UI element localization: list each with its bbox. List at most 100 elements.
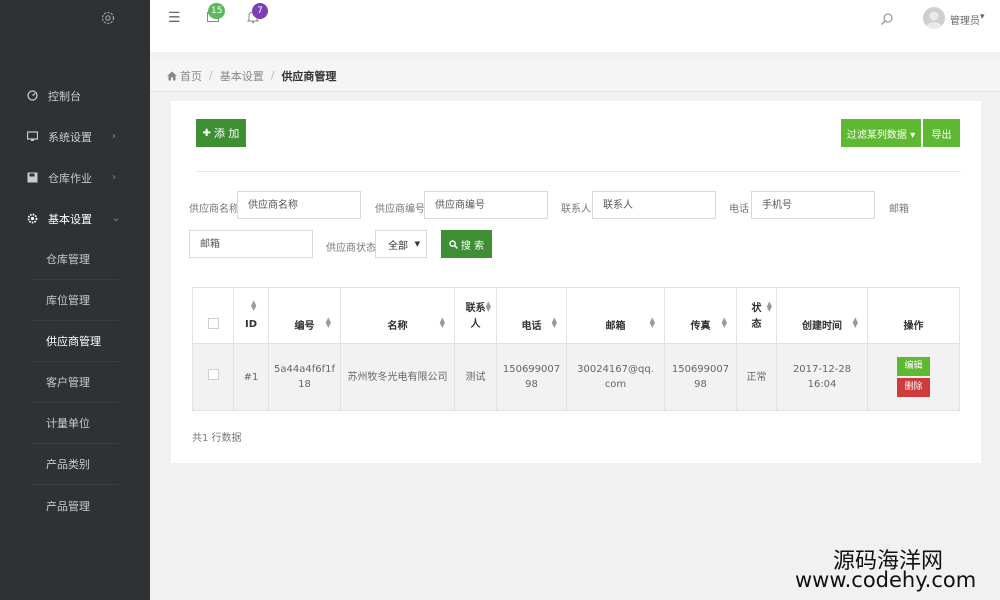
status-select-value: 全部: [388, 240, 408, 252]
table-total: 共1 行数据: [192, 433, 242, 444]
home-icon: [167, 71, 177, 80]
cell-contact: 测试: [454, 343, 497, 411]
contact-label: 联系人: [561, 204, 591, 215]
breadcrumb-separator: /: [209, 69, 213, 82]
export-button[interactable]: 导出: [923, 119, 960, 147]
column-header-status[interactable]: 状态 ▲ ▼: [736, 287, 777, 344]
column-header-fax[interactable]: 传真 ▲ ▼: [664, 287, 737, 344]
save-icon: [26, 172, 38, 184]
phone-input[interactable]: [751, 191, 875, 219]
cell-email: 30024167@qq.com: [566, 343, 665, 411]
column-header-email[interactable]: 邮箱 ▲ ▼: [566, 287, 665, 344]
caret-down-icon: ▼: [414, 240, 420, 248]
sidebar-subitem-product[interactable]: 产品管理: [30, 485, 118, 526]
table-header-row: ▲ ▼ ID 编号 ▲ ▼ 名称 ▲ ▼ 联系人 ▲ ▼ 电话 ▲ ▼ 邮箱 ▲…: [192, 287, 960, 344]
column-header-label: 编号: [294, 321, 315, 332]
sort-icon: ▲ ▼: [766, 300, 772, 313]
sidebar-subitem-location[interactable]: 库位管理: [30, 280, 118, 321]
supplier-code-input[interactable]: [424, 191, 548, 219]
cell-name: 苏州牧冬光电有限公司: [340, 343, 455, 411]
status-select[interactable]: 全部 ▼: [375, 230, 427, 258]
sidebar-item-warehouse-ops[interactable]: 仓库作业 ›: [0, 157, 150, 198]
sidebar-subitem-category[interactable]: 产品类别: [30, 444, 118, 485]
column-header-contact[interactable]: 联系人 ▲ ▼: [454, 287, 497, 344]
plus-icon: ✚: [202, 127, 211, 139]
column-header-id[interactable]: ▲ ▼ ID: [233, 287, 269, 344]
column-header-label: 传真: [690, 321, 711, 332]
cell-actions: 编辑 删除: [867, 343, 960, 411]
sort-icon: ▲ ▼: [649, 316, 655, 329]
divider: [196, 171, 961, 172]
chevron-right-icon: ›: [112, 131, 116, 142]
email-label: 邮箱: [889, 204, 909, 215]
sort-icon: ▲ ▼: [485, 300, 491, 313]
email-input[interactable]: [189, 230, 313, 258]
sidebar-item-basic-settings[interactable]: 基本设置 ⌄: [0, 198, 150, 239]
column-header-label: 电话: [521, 321, 542, 332]
select-all-checkbox[interactable]: [207, 317, 219, 329]
sidebar: 控制台 系统设置 › 仓库作业 › 基本设置 ⌄ 仓库管理 库位管理 供应商管理…: [0, 0, 150, 600]
chevron-right-icon: ›: [112, 172, 116, 183]
cell-phone: 15069900798: [496, 343, 567, 411]
content-card: ✚ 添 加 过滤某列数据 ▾ 导出 供应商名称 供应商编号 联系人 电话 邮箱 …: [171, 101, 981, 463]
breadcrumb-separator: /: [270, 69, 275, 82]
cell-fax-text: 15069900798: [671, 364, 730, 390]
sidebar-subitem-unit[interactable]: 计量单位: [30, 403, 118, 444]
column-header-name[interactable]: 名称 ▲ ▼: [340, 287, 455, 344]
breadcrumb-level2[interactable]: 基本设置: [220, 68, 264, 84]
sort-icon: ▲ ▼: [721, 316, 727, 329]
search-button[interactable]: 搜 索: [441, 230, 492, 258]
column-header-label: 状态: [751, 302, 762, 330]
chevron-down-icon: ⌄: [112, 213, 121, 224]
cell-phone-text: 15069900798: [502, 364, 561, 390]
sidebar-item-label: 系统设置: [48, 130, 92, 144]
select-all-header[interactable]: [192, 287, 234, 344]
sidebar-item-dashboard[interactable]: 控制台: [0, 75, 150, 116]
row-select-cell[interactable]: [192, 343, 234, 411]
column-filter-button[interactable]: 过滤某列数据 ▾: [841, 119, 921, 147]
search-button-label: 搜 索: [460, 240, 485, 252]
sort-icon: ▲ ▼: [439, 316, 445, 329]
supplier-table: ▲ ▼ ID 编号 ▲ ▼ 名称 ▲ ▼ 联系人 ▲ ▼ 电话 ▲ ▼ 邮箱 ▲…: [192, 287, 960, 411]
sort-icon: ▲ ▼: [325, 316, 331, 329]
status-label: 供应商状态: [326, 243, 376, 254]
cell-status: 正常: [736, 343, 777, 411]
user-name[interactable]: 管理员: [950, 12, 980, 27]
column-header-code[interactable]: 编号 ▲ ▼: [268, 287, 341, 344]
avatar[interactable]: [923, 7, 945, 29]
column-header-label: 创建时间: [802, 321, 842, 332]
column-header-label: 邮箱: [605, 321, 626, 332]
edit-button[interactable]: 编辑: [897, 357, 930, 376]
sidebar-item-label: 基本设置: [48, 212, 92, 226]
sidebar-item-system-settings[interactable]: 系统设置 ›: [0, 116, 150, 157]
sidebar-item-label: 仓库作业: [48, 171, 92, 185]
cell-code-text: 5a44a4f6f1f18: [274, 364, 335, 390]
monitor-icon: [26, 131, 38, 143]
settings-gear-icon[interactable]: [100, 10, 116, 26]
cell-code: 5a44a4f6f1f18: [268, 343, 341, 411]
menu-toggle-icon[interactable]: ☰: [168, 10, 181, 26]
sort-icon: ▲ ▼: [251, 299, 257, 312]
delete-button[interactable]: 删除: [897, 378, 930, 397]
sidebar-subitem-supplier[interactable]: 供应商管理: [30, 321, 118, 362]
cell-created-text: 2017-12-28 16:04: [792, 364, 852, 390]
sidebar-subitem-customer[interactable]: 客户管理: [30, 362, 118, 403]
contact-input[interactable]: [592, 191, 716, 219]
column-header-actions: 操作: [867, 287, 960, 344]
sidebar-subitem-warehouse[interactable]: 仓库管理: [30, 239, 118, 280]
cell-created: 2017-12-28 16:04: [776, 343, 868, 411]
column-header-label: 联系人: [465, 302, 486, 330]
caret-down-icon[interactable]: ▾: [980, 12, 985, 22]
breadcrumb-home[interactable]: 首页: [180, 68, 202, 84]
column-header-created[interactable]: 创建时间 ▲ ▼: [776, 287, 868, 344]
add-button-label: 添 加: [213, 127, 240, 140]
breadcrumb-current: 供应商管理: [281, 69, 337, 83]
column-header-label: 操作: [903, 321, 924, 332]
cell-email-text: 30024167@qq.com: [577, 364, 654, 390]
column-header-phone[interactable]: 电话 ▲ ▼: [496, 287, 567, 344]
add-button[interactable]: ✚ 添 加: [196, 119, 246, 147]
row-checkbox[interactable]: [207, 369, 219, 380]
search-icon[interactable]: [880, 12, 894, 26]
supplier-name-input[interactable]: [237, 191, 361, 219]
bell-count-badge: 7: [252, 3, 268, 19]
